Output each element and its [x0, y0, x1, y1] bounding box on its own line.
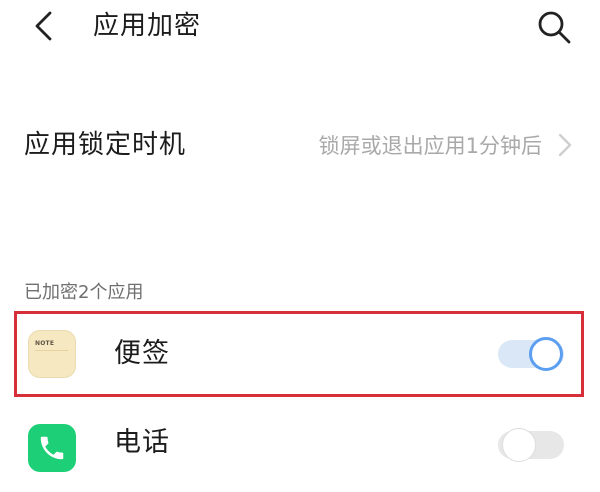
- app-name-notes: 便签: [114, 338, 170, 369]
- search-icon: [538, 11, 571, 44]
- notes-app-icon: NOTE: [28, 330, 76, 378]
- notes-icon-text: NOTE: [35, 340, 55, 347]
- phone-lock-toggle[interactable]: [498, 428, 564, 462]
- lock-timing-row[interactable]: 应用锁定时机 锁屏或退出应用1分钟后: [0, 118, 600, 172]
- phone-app-icon: [28, 424, 76, 472]
- lock-timing-label: 应用锁定时机: [24, 130, 187, 160]
- list-item-phone: 电话: [0, 406, 600, 492]
- list-item-notes: NOTE 便签: [0, 311, 600, 397]
- toggle-knob: [502, 428, 536, 462]
- search-button[interactable]: [534, 7, 574, 47]
- app-name-phone: 电话: [114, 427, 170, 458]
- top-bar: 应用加密: [0, 0, 600, 52]
- back-button[interactable]: [26, 8, 62, 44]
- lock-timing-value: 锁屏或退出应用1分钟后: [318, 134, 542, 158]
- notes-icon-line: [35, 350, 68, 351]
- notes-lock-toggle[interactable]: [498, 337, 564, 371]
- toggle-knob: [529, 337, 563, 371]
- page-title: 应用加密: [93, 11, 202, 41]
- chevron-left-icon: [35, 11, 52, 41]
- chevron-right-icon: [553, 129, 577, 161]
- encrypted-apps-header: 已加密2个应用: [24, 282, 144, 303]
